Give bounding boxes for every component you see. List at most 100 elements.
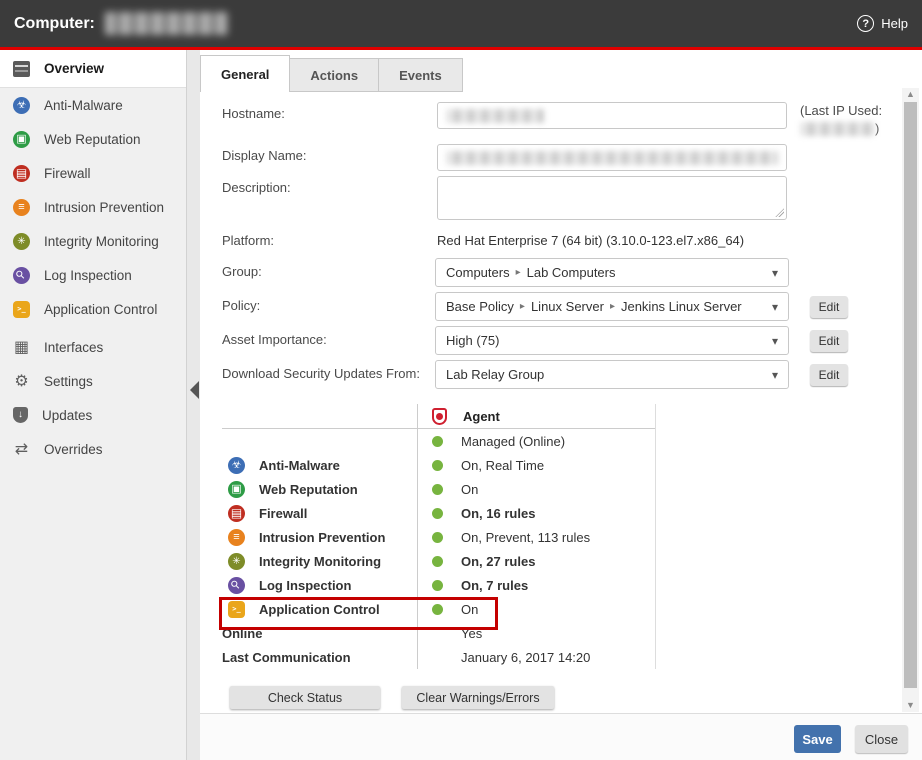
sidebar: Overview ☣ Anti-Malware ▣ Web Reputation… xyxy=(0,50,186,760)
status-row-integrity-monitoring: ✳ Integrity Monitoring On, 27 rules xyxy=(222,549,655,573)
sidebar-item-application-control[interactable]: >_ Application Control xyxy=(0,292,186,326)
chevron-down-icon: ▾ xyxy=(772,266,778,280)
last-ip-value-redacted xyxy=(800,122,875,136)
sidebar-item-settings[interactable]: ⚙ Settings xyxy=(0,364,186,398)
application-control-icon: >_ xyxy=(13,301,30,318)
display-name-value-redacted xyxy=(446,151,778,165)
display-name-label: Display Name: xyxy=(222,148,307,163)
breadcrumb-sep-icon: ▸ xyxy=(516,267,521,278)
download-updates-select[interactable]: Lab Relay Group ▾ xyxy=(435,360,789,389)
tab-events[interactable]: Events xyxy=(379,58,463,92)
sidebar-item-label: Intrusion Prevention xyxy=(44,200,164,215)
close-button[interactable]: Close xyxy=(855,725,908,753)
page-title: Computer: xyxy=(14,15,95,33)
log-inspection-icon: ⚲ xyxy=(228,577,245,594)
tab-general[interactable]: General xyxy=(200,55,290,92)
sidebar-item-overrides[interactable]: ⇄ Overrides xyxy=(0,432,186,466)
status-green-dot xyxy=(432,580,443,591)
policy-select[interactable]: Base Policy ▸ Linux Server ▸ Jenkins Lin… xyxy=(435,292,789,321)
sidebar-item-intrusion-prevention[interactable]: ≡ Intrusion Prevention xyxy=(0,190,186,224)
asset-importance-label: Asset Importance: xyxy=(222,332,327,347)
intrusion-prevention-icon: ≡ xyxy=(13,199,30,216)
status-green-dot xyxy=(432,484,443,495)
sidebar-item-interfaces[interactable]: ▦ Interfaces xyxy=(0,330,186,364)
last-ip-used: (Last IP Used: ) xyxy=(800,103,900,136)
display-name-input[interactable] xyxy=(437,144,787,171)
agent-shield-icon xyxy=(432,408,447,425)
status-green-dot xyxy=(432,556,443,567)
integrity-monitoring-icon: ✳ xyxy=(228,553,245,570)
gear-icon: ⚙ xyxy=(13,373,30,390)
interfaces-icon: ▦ xyxy=(13,339,30,356)
updates-shield-icon: ↓ xyxy=(13,407,28,423)
sidebar-item-updates[interactable]: ↓ Updates xyxy=(0,398,186,432)
intrusion-prevention-icon: ≡ xyxy=(228,529,245,546)
log-inspection-icon: ⚲ xyxy=(13,267,30,284)
status-row-firewall: ▤ Firewall On, 16 rules xyxy=(222,501,655,525)
breadcrumb-sep-icon: ▸ xyxy=(610,301,615,312)
download-updates-label: Download Security Updates From: xyxy=(222,366,420,381)
sidebar-item-anti-malware[interactable]: ☣ Anti-Malware xyxy=(0,88,186,122)
save-button[interactable]: Save xyxy=(794,725,841,753)
status-row-anti-malware: ☣ Anti-Malware On, Real Time xyxy=(222,453,655,477)
tab-bar: General Actions Events xyxy=(200,55,463,92)
status-green-dot xyxy=(432,436,443,447)
help-icon: ? xyxy=(857,15,874,32)
asset-importance-select[interactable]: High (75) ▾ xyxy=(435,326,789,355)
status-green-dot xyxy=(432,604,443,615)
hostname-input[interactable] xyxy=(437,102,787,129)
sidebar-item-log-inspection[interactable]: ⚲ Log Inspection xyxy=(0,258,186,292)
help-link[interactable]: ? Help xyxy=(857,15,908,32)
hostname-value-redacted xyxy=(446,109,544,123)
computer-details-window: Computer: ? Help Overview ☣ Anti-Malware… xyxy=(0,0,922,760)
status-green-dot xyxy=(432,532,443,543)
resize-grip-icon[interactable] xyxy=(775,208,784,217)
top-header: Computer: ? Help xyxy=(0,0,922,47)
scroll-down-icon[interactable]: ▼ xyxy=(902,699,919,712)
sidebar-item-label: Updates xyxy=(42,408,92,423)
sidebar-item-firewall[interactable]: ▤ Firewall xyxy=(0,156,186,190)
vertical-scrollbar[interactable]: ▲ ▼ xyxy=(902,88,919,712)
clear-warnings-button[interactable]: Clear Warnings/Errors xyxy=(402,686,554,709)
status-row-web-reputation: ▣ Web Reputation On xyxy=(222,477,655,501)
anti-malware-icon: ☣ xyxy=(228,457,245,474)
status-row-intrusion-prevention: ≡ Intrusion Prevention On, Prevent, 113 … xyxy=(222,525,655,549)
sidebar-item-label: Firewall xyxy=(44,166,91,181)
policy-label: Policy: xyxy=(222,298,260,313)
sidebar-item-overview[interactable]: Overview xyxy=(0,50,186,88)
anti-malware-icon: ☣ xyxy=(13,97,30,114)
overview-icon xyxy=(13,61,30,77)
sidebar-item-label: Anti-Malware xyxy=(44,98,123,113)
status-row-log-inspection: ⚲ Log Inspection On, 7 rules xyxy=(222,573,655,597)
group-select[interactable]: Computers ▸ Lab Computers ▾ xyxy=(435,258,789,287)
check-status-button[interactable]: Check Status xyxy=(230,686,380,709)
policy-edit-button[interactable]: Edit xyxy=(810,296,848,318)
help-label: Help xyxy=(881,16,908,31)
sidebar-item-label: Integrity Monitoring xyxy=(44,234,159,249)
firewall-icon: ▤ xyxy=(13,165,30,182)
scroll-up-icon[interactable]: ▲ xyxy=(902,88,919,101)
overrides-shuffle-icon: ⇄ xyxy=(13,441,30,458)
sidebar-item-web-reputation[interactable]: ▣ Web Reputation xyxy=(0,122,186,156)
sidebar-edge xyxy=(186,50,200,760)
description-textarea[interactable] xyxy=(437,176,787,220)
platform-value: Red Hat Enterprise 7 (64 bit) (3.10.0-12… xyxy=(437,233,744,248)
sidebar-item-label: Overview xyxy=(44,61,104,76)
sidebar-collapse-handle[interactable] xyxy=(190,381,199,399)
sidebar-item-label: Application Control xyxy=(44,302,157,317)
scrollbar-thumb[interactable] xyxy=(904,102,917,688)
sidebar-item-integrity-monitoring[interactable]: ✳ Integrity Monitoring xyxy=(0,224,186,258)
integrity-monitoring-icon: ✳ xyxy=(13,233,30,250)
group-label: Group: xyxy=(222,264,262,279)
sidebar-item-label: Web Reputation xyxy=(44,132,141,147)
tab-actions[interactable]: Actions xyxy=(290,58,379,92)
sidebar-item-label: Settings xyxy=(44,374,93,389)
hostname-label: Hostname: xyxy=(222,106,285,121)
download-updates-edit-button[interactable]: Edit xyxy=(810,364,848,386)
status-row-last-communication: Last Communication January 6, 2017 14:20 xyxy=(222,645,655,669)
status-row-managed: Managed (Online) xyxy=(222,429,655,453)
platform-label: Platform: xyxy=(222,233,274,248)
chevron-down-icon: ▾ xyxy=(772,300,778,314)
asset-importance-edit-button[interactable]: Edit xyxy=(810,330,848,352)
status-green-dot xyxy=(432,508,443,519)
